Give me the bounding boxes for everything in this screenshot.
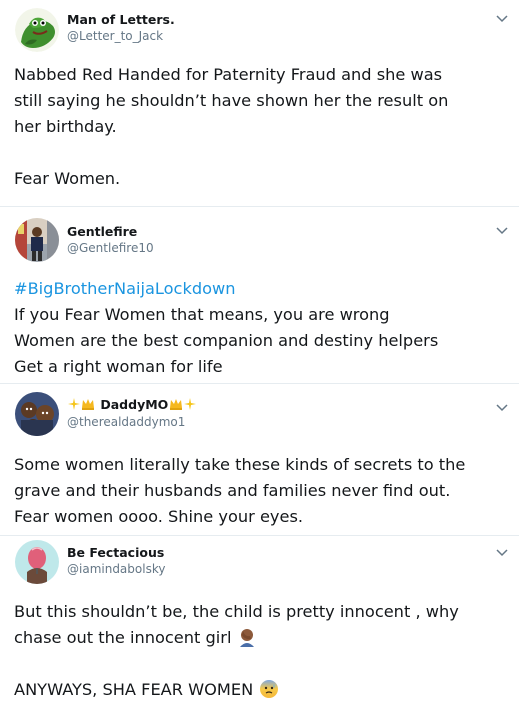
tweet-text: Nabbed Red Handed for Paternity Fraud an… (14, 62, 509, 192)
tweet-line: her birthday. (14, 117, 117, 136)
avatar[interactable] (15, 392, 59, 436)
display-name[interactable]: DaddyMO (100, 397, 168, 412)
avatar[interactable] (15, 8, 59, 52)
tweet-card[interactable]: Gentlefire @Gentlefire10 #BigBrotherNaij… (0, 207, 519, 384)
tweet-line: Get a right woman for life (14, 357, 223, 376)
tweet-text: Some women literally take these kinds of… (14, 452, 509, 530)
chevron-down-icon[interactable] (495, 11, 509, 25)
tweet-text: But this shouldn’t be, the child is pret… (14, 599, 509, 703)
display-name[interactable]: Be Fectacious (67, 545, 164, 560)
tweet-card[interactable]: Man of Letters. @Letter_to_Jack Nabbed R… (0, 0, 519, 207)
avatar[interactable] (15, 540, 59, 584)
tweet-card[interactable]: Be Fectacious @iamindabolsky But this sh… (0, 536, 519, 710)
tweet-line: still saying he shouldn’t have shown her… (14, 91, 449, 110)
display-name[interactable]: Gentlefire (67, 224, 137, 239)
sparkles-icon (67, 397, 81, 411)
chevron-down-icon[interactable] (495, 223, 509, 237)
tweet-line: chase out the innocent girl (14, 628, 232, 647)
crown-icon (81, 397, 95, 411)
tweet-line: Fear women oooo. Shine your eyes. (14, 507, 304, 526)
avatar[interactable] (15, 218, 59, 262)
tweet-line: Some women literally take these kinds of… (14, 455, 466, 474)
crown-icon (169, 397, 183, 411)
handle[interactable]: @therealdaddymo1 (67, 415, 185, 429)
hashtag-link[interactable]: #BigBrotherNaijaLockdown (14, 279, 236, 298)
tweet-line: Nabbed Red Handed for Paternity Fraud an… (14, 65, 443, 84)
handle[interactable]: @Letter_to_Jack (67, 29, 163, 43)
sparkles-icon (183, 397, 197, 411)
tweet-line: grave and their husbands and families ne… (14, 481, 451, 500)
tweet-line: But this shouldn’t be, the child is pret… (14, 602, 459, 621)
tweet-line: Fear Women. (14, 169, 121, 188)
tweet-line: If you Fear Women that means, you are wr… (14, 305, 390, 324)
display-name[interactable]: Man of Letters. (67, 12, 175, 27)
anxious-face-icon (259, 679, 279, 699)
chevron-down-icon[interactable] (495, 545, 509, 559)
man-facepalming-icon (237, 627, 257, 647)
display-name-row[interactable]: DaddyMO (67, 397, 197, 412)
tweet-line: ANYWAYS, SHA FEAR WOMEN (14, 680, 254, 699)
handle[interactable]: @iamindabolsky (67, 562, 165, 576)
chevron-down-icon[interactable] (495, 400, 509, 414)
tweet-text: #BigBrotherNaijaLockdown If you Fear Wom… (14, 276, 509, 380)
handle[interactable]: @Gentlefire10 (67, 241, 154, 255)
tweet-card[interactable]: DaddyMO @therealdaddymo1 Some women lite… (0, 384, 519, 536)
tweet-line: Women are the best companion and destiny… (14, 331, 439, 350)
